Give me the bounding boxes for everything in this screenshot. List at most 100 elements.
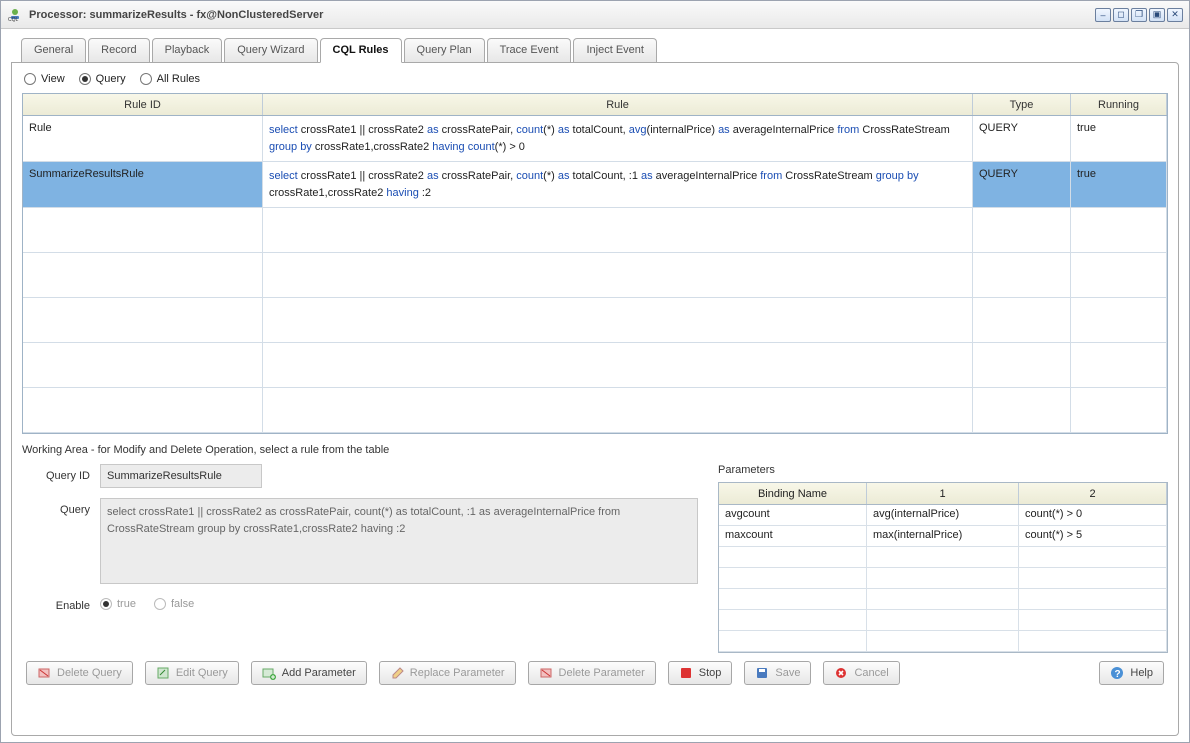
tab-query-plan[interactable]: Query Plan	[404, 38, 485, 63]
param-2-cell	[1019, 547, 1167, 567]
rule-id-cell: SummarizeResultsRule	[23, 162, 263, 207]
rule-id-cell: Rule	[23, 116, 263, 161]
param-row[interactable]: avgcountavg(internalPrice)count(*) > 0	[719, 505, 1167, 526]
param-col-1[interactable]: 1	[867, 483, 1019, 504]
param-col-2[interactable]: 2	[1019, 483, 1167, 504]
type-cell	[973, 208, 1071, 252]
edit-icon	[156, 666, 170, 680]
rule-id-cell	[23, 208, 263, 252]
param-name-cell	[719, 547, 867, 567]
enable-true-radio[interactable]: true	[100, 598, 136, 610]
help-button[interactable]: ?Help	[1099, 661, 1164, 685]
tab-trace-event[interactable]: Trace Event	[487, 38, 572, 63]
delete-query-button[interactable]: Delete Query	[26, 661, 133, 685]
param-name-cell	[719, 631, 867, 651]
running-cell	[1071, 208, 1167, 252]
type-cell	[973, 298, 1071, 342]
edit-query-button[interactable]: Edit Query	[145, 661, 239, 685]
enable-label: Enable	[22, 594, 100, 612]
parameters-title: Parameters	[718, 464, 1168, 476]
param-row[interactable]	[719, 631, 1167, 652]
param-2-cell	[1019, 631, 1167, 651]
tab-general[interactable]: General	[21, 38, 86, 63]
col-running-header[interactable]: Running	[1071, 94, 1167, 115]
minimize-button[interactable]: –	[1095, 8, 1111, 22]
rule-cell	[263, 343, 973, 387]
param-1-cell: avg(internalPrice)	[867, 505, 1019, 525]
tab-playback[interactable]: Playback	[152, 38, 223, 63]
param-1-cell	[867, 568, 1019, 588]
working-area-label: Working Area - for Modify and Delete Ope…	[22, 444, 1168, 456]
col-rule-header[interactable]: Rule	[263, 94, 973, 115]
query-textarea[interactable]: select crossRate1 || crossRate2 as cross…	[100, 498, 698, 584]
param-1-cell: max(internalPrice)	[867, 526, 1019, 546]
rule-cell	[263, 208, 973, 252]
tab-cql-rules[interactable]: CQL Rules	[320, 38, 402, 63]
rules-table-header: Rule ID Rule Type Running	[23, 94, 1167, 116]
param-row[interactable]	[719, 547, 1167, 568]
delete-parameter-button[interactable]: Delete Parameter	[528, 661, 656, 685]
tab-record[interactable]: Record	[88, 38, 149, 63]
tab-inject-event[interactable]: Inject Event	[573, 38, 656, 63]
table-row[interactable]	[23, 388, 1167, 433]
type-cell: QUERY	[973, 116, 1071, 161]
param-row[interactable]	[719, 610, 1167, 631]
filter-query-radio[interactable]: Query	[79, 73, 126, 85]
cancel-icon	[834, 666, 848, 680]
running-cell: true	[1071, 162, 1167, 207]
query-row: Query select crossRate1 || crossRate2 as…	[22, 498, 698, 584]
param-col-binding[interactable]: Binding Name	[719, 483, 867, 504]
restore2-button[interactable]: ❐	[1131, 8, 1147, 22]
table-row[interactable]	[23, 298, 1167, 343]
button-bar: Delete Query Edit Query Add Parameter Re…	[22, 653, 1168, 689]
app-icon: CQL	[7, 7, 23, 23]
table-row[interactable]	[23, 208, 1167, 253]
maximize-button[interactable]: ▣	[1149, 8, 1165, 22]
type-cell	[973, 343, 1071, 387]
table-row[interactable]	[23, 343, 1167, 388]
param-name-cell	[719, 610, 867, 630]
cancel-button[interactable]: Cancel	[823, 661, 899, 685]
filter-row: View Query All Rules	[22, 71, 1168, 93]
processor-window: CQL Processor: summarizeResults - fx@Non…	[0, 0, 1190, 743]
rule-cell: select crossRate1 || crossRate2 as cross…	[263, 162, 973, 207]
rule-id-cell	[23, 343, 263, 387]
table-row[interactable]: SummarizeResultsRuleselect crossRate1 ||…	[23, 162, 1167, 208]
stop-icon	[679, 666, 693, 680]
parameters-body: avgcountavg(internalPrice)count(*) > 0ma…	[719, 505, 1167, 652]
param-1-cell	[867, 631, 1019, 651]
close-button[interactable]: ✕	[1167, 8, 1183, 22]
replace-parameter-button[interactable]: Replace Parameter	[379, 661, 516, 685]
type-cell	[973, 388, 1071, 432]
param-1-cell	[867, 610, 1019, 630]
param-2-cell	[1019, 589, 1167, 609]
window-title: Processor: summarizeResults - fx@NonClus…	[29, 9, 323, 21]
filter-allrules-radio[interactable]: All Rules	[140, 73, 200, 85]
col-type-header[interactable]: Type	[973, 94, 1071, 115]
delete-param-icon	[539, 666, 553, 680]
param-row[interactable]	[719, 589, 1167, 610]
param-row[interactable]	[719, 568, 1167, 589]
running-cell: true	[1071, 116, 1167, 161]
tab-strip: GeneralRecordPlaybackQuery WizardCQL Rul…	[11, 37, 1179, 62]
save-icon	[755, 666, 769, 680]
table-row[interactable]: Ruleselect crossRate1 || crossRate2 as c…	[23, 116, 1167, 162]
enable-false-radio[interactable]: false	[154, 598, 194, 610]
filter-view-radio[interactable]: View	[24, 73, 65, 85]
restore-button[interactable]: ◻	[1113, 8, 1129, 22]
table-row[interactable]	[23, 253, 1167, 298]
param-name-cell: maxcount	[719, 526, 867, 546]
parameters-table: Binding Name 1 2 avgcountavg(internalPri…	[718, 482, 1168, 653]
query-id-field[interactable]: SummarizeResultsRule	[100, 464, 262, 488]
add-parameter-button[interactable]: Add Parameter	[251, 661, 367, 685]
rule-cell	[263, 298, 973, 342]
param-row[interactable]: maxcountmax(internalPrice)count(*) > 5	[719, 526, 1167, 547]
save-button[interactable]: Save	[744, 661, 811, 685]
running-cell	[1071, 388, 1167, 432]
type-cell: QUERY	[973, 162, 1071, 207]
running-cell	[1071, 253, 1167, 297]
rules-table: Rule ID Rule Type Running Ruleselect cro…	[22, 93, 1168, 434]
tab-query-wizard[interactable]: Query Wizard	[224, 38, 317, 63]
stop-button[interactable]: Stop	[668, 661, 733, 685]
col-ruleid-header[interactable]: Rule ID	[23, 94, 263, 115]
